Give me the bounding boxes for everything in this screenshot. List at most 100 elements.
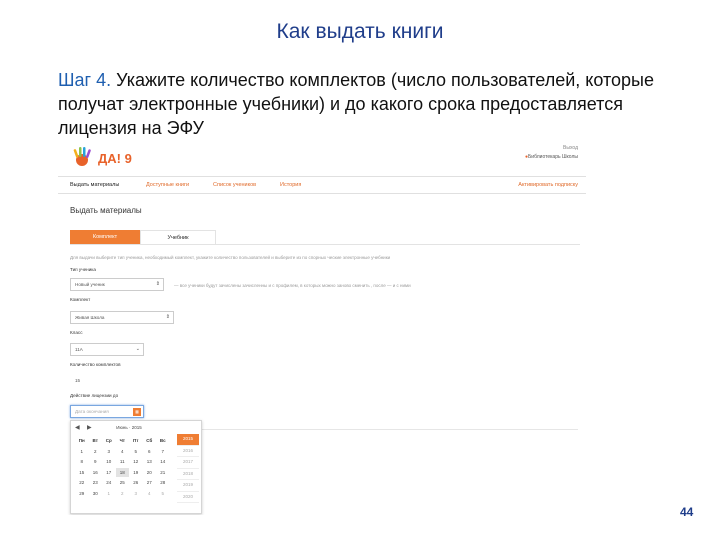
nav-issue-materials[interactable]: Выдать материалы [70, 182, 119, 188]
datepicker-month[interactable]: Июнь · 2015 [99, 424, 159, 432]
kit-select[interactable]: Живая Школа ⇕ [70, 311, 174, 324]
year-item[interactable]: 2020 [177, 492, 199, 503]
day-cell[interactable]: 15 [75, 468, 89, 477]
tab-textbook[interactable]: Учебник [140, 230, 216, 244]
student-type-value: Новый ученик [75, 282, 105, 287]
logout-link[interactable]: Выход [525, 144, 578, 153]
day-cell[interactable]: 4 [116, 447, 130, 456]
day-cell[interactable]: 4 [143, 489, 157, 498]
day-cell[interactable]: 30 [89, 489, 103, 498]
day-cell[interactable]: 2 [116, 489, 130, 498]
chevron-down-icon: ⌄ [135, 346, 140, 352]
day-cell[interactable]: 9 [89, 457, 103, 466]
select-arrows-icon: ⇕ [165, 314, 170, 320]
tab-bar: Комплект Учебник [70, 230, 580, 245]
day-cell[interactable]: 10 [102, 457, 116, 466]
day-cell[interactable]: 11 [116, 457, 130, 466]
page-heading: Выдать материалы [70, 206, 142, 215]
step-text: Укажите количество комплектов (число пол… [58, 70, 654, 138]
day-cell[interactable]: 12 [129, 457, 143, 466]
hand-logo-icon [73, 147, 91, 166]
day-cell[interactable]: 6 [143, 447, 157, 456]
weekday: Ср [105, 438, 112, 443]
grade-label: Класс [70, 330, 83, 335]
select-arrows-icon: ⇕ [155, 281, 160, 287]
calendar-icon[interactable]: ▦ [133, 408, 141, 416]
student-type-hint: — все ученики будут зачислены зачисленны… [174, 283, 411, 288]
kit-count-input[interactable]: 15 [70, 374, 100, 387]
weekday: Сб [146, 438, 153, 443]
student-type-select[interactable]: Новый ученик ⇕ [70, 278, 164, 291]
year-list: 2015 2016 2017 2018 2019 2020 [177, 434, 199, 503]
tab-kit[interactable]: Комплект [70, 230, 140, 244]
year-item[interactable]: 2016 [177, 446, 199, 457]
day-cell[interactable]: 2 [89, 447, 103, 456]
day-cell[interactable]: 5 [156, 489, 170, 498]
day-cell[interactable]: 1 [102, 489, 116, 498]
weekday: Вт [92, 438, 98, 443]
kit-count-value: 15 [75, 378, 81, 383]
weekday: Пн [78, 438, 85, 443]
week-row: 29 30 1 2 3 4 5 [75, 489, 170, 500]
step-instruction: Шаг 4. Укажите количество комплектов (чи… [58, 68, 678, 140]
day-cell[interactable]: 27 [143, 478, 157, 487]
license-date-input[interactable]: Дата окончания ▦ [70, 405, 144, 418]
nav-students[interactable]: Список учеников [213, 182, 256, 188]
nav-available-books[interactable]: Доступные книги [146, 182, 189, 188]
student-type-label: Тип ученика [70, 267, 96, 272]
day-cell[interactable]: 5 [129, 447, 143, 456]
weekday: Чт [119, 438, 125, 443]
week-row: 8 9 10 11 12 13 14 [75, 457, 170, 468]
day-cell[interactable]: 19 [129, 468, 143, 477]
day-cell[interactable]: 18 [115, 467, 129, 477]
datepicker: ◀ ▶ Июнь · 2015 Пн Вт Ср Чт Пт Сб Вс 1234567 8… [70, 420, 202, 514]
day-cell[interactable]: 25 [116, 478, 130, 487]
grade-select[interactable]: 11А ⌄ [70, 343, 144, 356]
weekday: Вс [159, 438, 166, 443]
day-cell[interactable]: 8 [75, 457, 89, 466]
slide-title: Как выдать книги [276, 20, 444, 43]
year-item[interactable]: 2017 [177, 457, 199, 469]
app-screenshot: ДА! 9 Выход Библиотекарь Школы Выдать ма… [58, 140, 586, 515]
day-cell[interactable]: 28 [156, 478, 170, 487]
chevron-left-icon[interactable]: ◀ [75, 424, 80, 432]
week-row: 15 16 17 18 19 20 21 [75, 467, 170, 479]
week-row: 1234567 [75, 447, 170, 458]
day-cell[interactable]: 17 [102, 468, 116, 477]
logo[interactable]: ДА! 9 [70, 146, 140, 172]
user-name[interactable]: Библиотекарь Школы [525, 153, 578, 162]
day-cell[interactable]: 22 [75, 478, 89, 487]
year-item-selected[interactable]: 2015 [177, 434, 199, 446]
day-cell[interactable]: 13 [143, 457, 157, 466]
day-cell[interactable]: 24 [102, 478, 116, 487]
logo-text: ДА! 9 [98, 151, 132, 166]
year-item[interactable]: 2018 [177, 469, 199, 480]
main-nav: Выдать материалы Доступные книги Список … [58, 176, 586, 194]
day-cell[interactable]: 1 [75, 447, 89, 456]
day-cell[interactable]: 7 [156, 447, 170, 456]
day-cell[interactable]: 20 [143, 468, 157, 477]
chevron-right-icon[interactable]: ▶ [87, 424, 92, 432]
kit-count-label: Количество комплектов [70, 362, 121, 367]
year-item[interactable]: 2019 [177, 480, 199, 492]
step-label: Шаг 4. [58, 70, 112, 90]
activate-subscription-link[interactable]: Активировать подписку [518, 182, 578, 188]
week-row: 22 23 24 25 26 27 28 [75, 478, 170, 489]
day-cell[interactable]: 3 [102, 447, 116, 456]
kit-value: Живая Школа [75, 315, 105, 320]
nav-history[interactable]: История [280, 182, 301, 188]
top-links: Выход Библиотекарь Школы [525, 144, 578, 162]
weekday: Пт [133, 438, 139, 443]
day-cell[interactable]: 14 [156, 457, 170, 466]
description-text: Для выдачи выберите тип ученика, необход… [70, 255, 391, 260]
day-cell[interactable]: 16 [89, 468, 103, 477]
weekday-row: Пн Вт Ср Чт Пт Сб Вс [75, 436, 170, 447]
license-date-placeholder: Дата окончания [75, 409, 109, 414]
datepicker-header: ◀ ▶ Июнь · 2015 [73, 424, 199, 432]
day-cell[interactable]: 29 [75, 489, 89, 498]
day-cell[interactable]: 3 [129, 489, 143, 498]
page-number: 44 [680, 505, 694, 519]
day-cell[interactable]: 21 [156, 468, 170, 477]
day-cell[interactable]: 26 [129, 478, 143, 487]
day-cell[interactable]: 23 [89, 478, 103, 487]
